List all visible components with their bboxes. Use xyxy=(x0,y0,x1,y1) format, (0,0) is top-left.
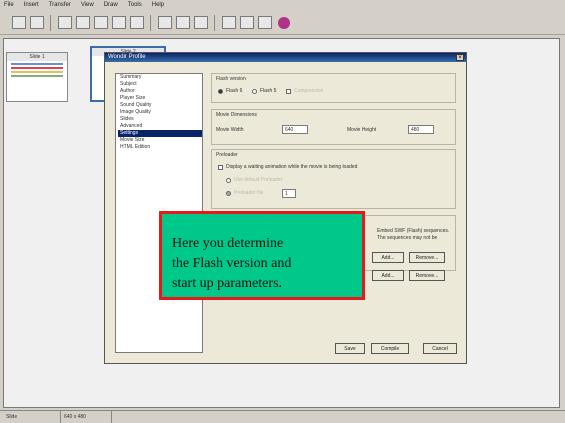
radio-label: Flash 5 xyxy=(260,88,277,94)
radio-flash5[interactable] xyxy=(252,89,257,94)
open-icon[interactable] xyxy=(30,16,44,29)
slide-icon[interactable] xyxy=(158,16,172,29)
group-title: Movie Dimensions xyxy=(216,112,257,118)
preloader-group: Preloader Display a waiting animation wh… xyxy=(211,149,456,209)
toolbar-separator xyxy=(50,15,51,31)
remove-button[interactable]: Remove... xyxy=(409,270,445,281)
cut-icon[interactable] xyxy=(58,16,72,29)
redo-icon[interactable] xyxy=(130,16,144,29)
radio-label: Use default Preloader xyxy=(234,177,283,183)
list-item[interactable]: Sound Quality xyxy=(118,102,202,109)
paste-icon[interactable] xyxy=(94,16,108,29)
callout-line: start up parameters. xyxy=(172,276,283,291)
menu-draw[interactable]: Draw xyxy=(104,2,118,8)
menu-help[interactable]: Help xyxy=(152,2,164,8)
movie-height-field[interactable]: 480 xyxy=(408,125,434,134)
compile-button[interactable]: Compile xyxy=(371,343,409,354)
remove-button[interactable]: Remove... xyxy=(409,252,445,263)
menu-file[interactable]: File xyxy=(4,2,14,8)
checkbox-label: Display a waiting animation while the mo… xyxy=(226,164,358,170)
list-item[interactable]: HTML Edition xyxy=(118,144,202,151)
radio-label: Preloader file xyxy=(234,190,264,196)
add-button[interactable]: Add... xyxy=(372,270,404,281)
menu-transfer[interactable]: Transfer xyxy=(49,2,71,8)
height-label: Movie Height xyxy=(347,127,377,133)
compression-checkbox[interactable] xyxy=(286,89,291,94)
group-title: Preloader xyxy=(216,152,238,158)
movie-dimensions-group: Movie Dimensions Movie Width 640 Movie H… xyxy=(211,109,456,145)
list-item[interactable]: Player Size xyxy=(118,95,202,102)
publish-icon[interactable] xyxy=(258,16,272,29)
radio-flash6[interactable] xyxy=(218,89,223,94)
toolbar-separator xyxy=(214,15,215,31)
add-button[interactable]: Add... xyxy=(372,252,404,263)
callout-line: Here you determine xyxy=(172,236,284,251)
list-item[interactable]: Summary xyxy=(118,74,202,81)
image-icon[interactable] xyxy=(176,16,190,29)
menu-view[interactable]: View xyxy=(81,2,94,8)
flash-version-group: Flash version Flash 6 Flash 5 Compressio… xyxy=(211,73,456,103)
status-zoom: 640 x 480 xyxy=(60,411,112,423)
list-item[interactable]: Movie Size xyxy=(118,137,202,144)
copy-icon[interactable] xyxy=(76,16,90,29)
cancel-button[interactable]: Cancel xyxy=(423,343,457,354)
list-item[interactable]: Image Quality xyxy=(118,109,202,116)
import-text: Embed SWF (Flash) sequences. xyxy=(377,228,450,234)
list-item[interactable]: Subject xyxy=(118,81,202,88)
callout-line: the Flash version and xyxy=(172,256,292,271)
undo-icon[interactable] xyxy=(112,16,126,29)
menu-insert[interactable]: Insert xyxy=(24,2,39,8)
radio-default-preloader[interactable] xyxy=(226,178,231,183)
menu-bar: File Insert Transfer View Draw Tools Help xyxy=(0,0,565,11)
slide-title: Slide 1 xyxy=(7,53,67,61)
list-item[interactable]: Advanced xyxy=(118,123,202,130)
import-text: The sequences may not be xyxy=(377,235,438,241)
status-left: Slide xyxy=(6,414,18,420)
tutorial-callout: Here you determine the Flash version and… xyxy=(159,211,365,300)
list-item[interactable]: Author xyxy=(118,88,202,95)
group-title: Flash version xyxy=(216,76,246,82)
preview-icon[interactable] xyxy=(240,16,254,29)
list-item[interactable]: Slides xyxy=(118,116,202,123)
dialog-title: Wondir Profile xyxy=(105,53,466,62)
width-label: Movie Width xyxy=(216,127,244,133)
preloader-spin-field[interactable]: 1 xyxy=(282,189,296,198)
status-bar: Slide 640 x 480 xyxy=(0,410,565,423)
radio-preloader-file[interactable] xyxy=(226,191,231,196)
preloader-checkbox[interactable] xyxy=(218,165,223,170)
toolbar-separator xyxy=(150,15,151,31)
link-icon[interactable] xyxy=(222,16,236,29)
new-icon[interactable] xyxy=(12,16,26,29)
callout-text: Here you determine the Flash version and… xyxy=(172,234,362,294)
movie-width-field[interactable]: 640 xyxy=(282,125,308,134)
media-icon[interactable] xyxy=(194,16,208,29)
slide-thumbnail[interactable]: Slide 1 xyxy=(6,52,68,102)
toolbar xyxy=(0,11,565,35)
list-item-selected[interactable]: Settings xyxy=(118,130,202,137)
flash-icon[interactable] xyxy=(278,17,290,29)
checkbox-label: Compression xyxy=(294,88,324,94)
close-icon[interactable]: × xyxy=(456,54,464,61)
profile-dialog: Wondir Profile × Summary Subject Author … xyxy=(104,52,467,364)
radio-label: Flash 6 xyxy=(226,88,243,94)
menu-tools[interactable]: Tools xyxy=(128,2,142,8)
save-button[interactable]: Save xyxy=(335,343,365,354)
